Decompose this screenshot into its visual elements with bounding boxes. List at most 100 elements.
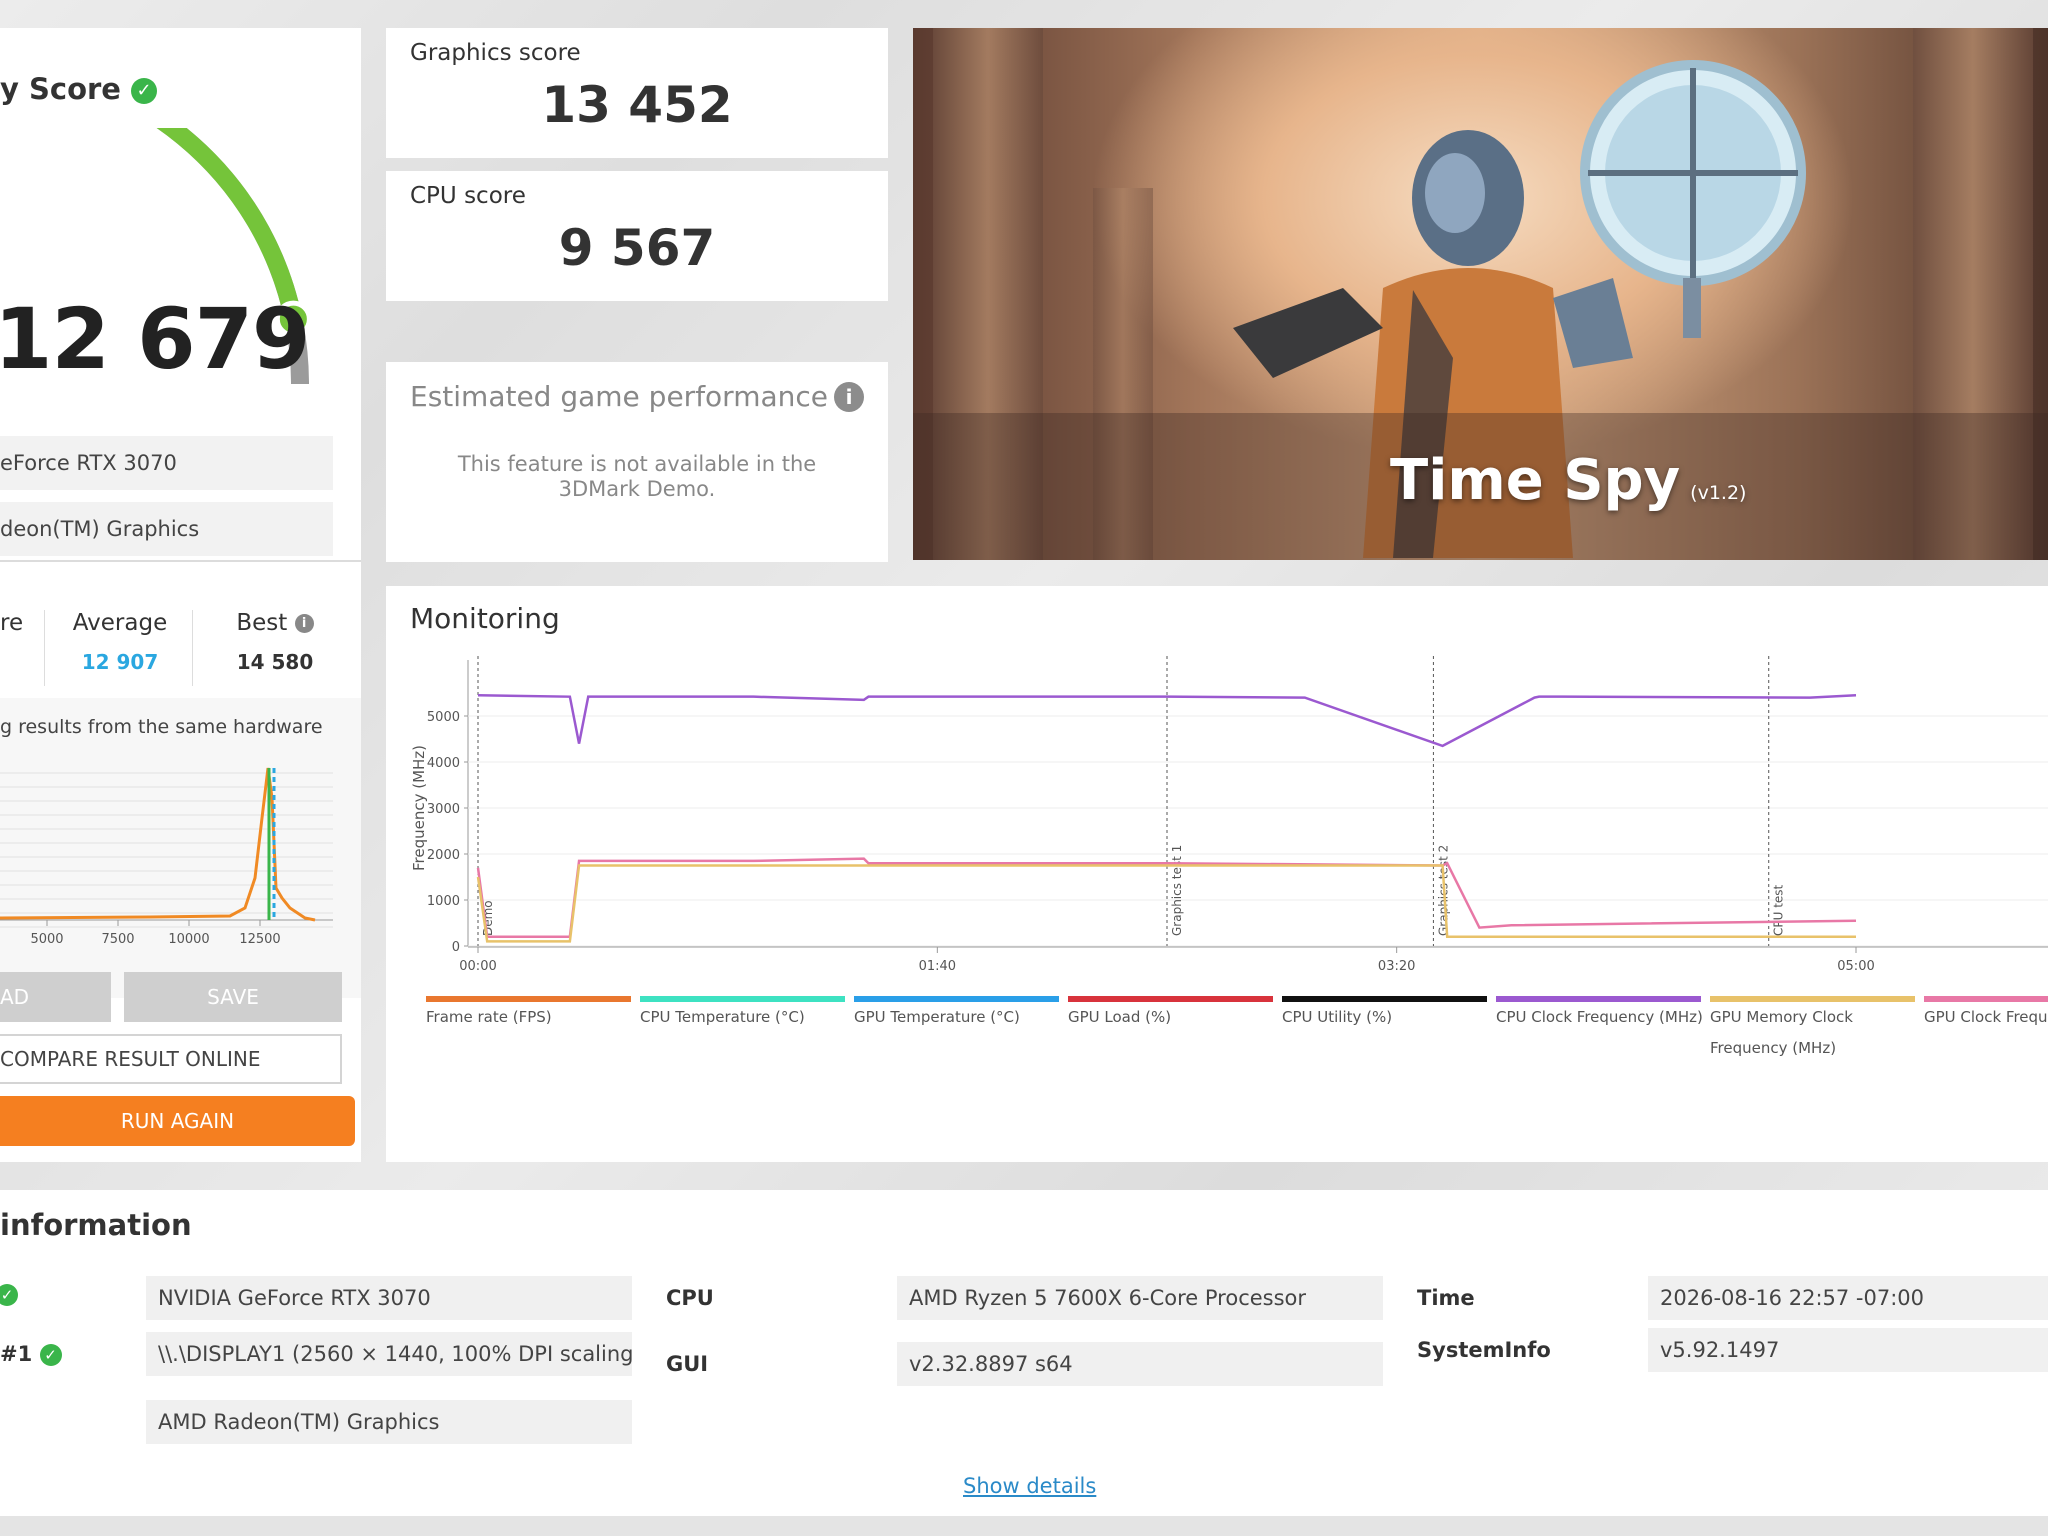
- dist-tick-label: 7500: [101, 932, 134, 947]
- cpu-key: CPU: [666, 1286, 714, 1310]
- gui-text: v2.32.8897 s64: [909, 1352, 1073, 1376]
- cpu-score-label: CPU score: [410, 183, 526, 209]
- stat-best-label: Best i: [205, 610, 345, 636]
- total-score: 12 679: [0, 290, 310, 388]
- estimated-performance-title: Estimated game performance: [410, 380, 829, 413]
- legend-label[interactable]: CPU Utility (%): [1282, 1002, 1490, 1033]
- score-panel: y Score ✓ 12 679 eForce RTX 3070 deon(TM…: [0, 28, 361, 1162]
- systeminfo-value: v5.92.1497: [1648, 1328, 2048, 1372]
- compare-result-button[interactable]: COMPARE RESULT ONLINE: [0, 1034, 342, 1084]
- time-key: Time: [1417, 1286, 1475, 1310]
- similar-results-text: g results from the same hardware: [0, 716, 323, 738]
- estimated-performance-message: This feature is not available in the 3DM…: [457, 452, 817, 501]
- show-details-link[interactable]: Show details: [963, 1474, 1096, 1498]
- x-tick-label: 05:00: [1837, 959, 1874, 974]
- hardware-gpu-primary-label: eForce RTX 3070: [0, 451, 177, 475]
- legend-label[interactable]: CPU Temperature (°C): [640, 1002, 848, 1033]
- load-button-label: AD: [0, 985, 30, 1009]
- stat-average-value: 12 907: [81, 650, 159, 674]
- system-information-panel: information ✓ NVIDIA GeForce RTX 3070 #1…: [0, 1190, 2048, 1516]
- check-icon: ✓: [39, 1344, 62, 1366]
- stat-average: Average 12 907: [55, 610, 185, 674]
- legend-label[interactable]: GPU Temperature (°C): [854, 1002, 1062, 1033]
- hardware-gpu-secondary: deon(TM) Graphics: [0, 502, 333, 556]
- monitoring-panel: 0 1000 2000 3000 4000 5000 Frequency (MHz) 00:0…: [386, 586, 2048, 1162]
- legend-label[interactable]: GPU Memory Clock Frequency (MHz): [1710, 1002, 1918, 1064]
- save-button-label: SAVE: [207, 985, 259, 1009]
- benchmark-version: (v1.2): [1690, 482, 1747, 504]
- display-key: #1 ✓: [0, 1342, 62, 1366]
- score-title: y Score ✓: [0, 72, 158, 106]
- x-tick-label: 03:20: [1378, 959, 1415, 974]
- display-text: \\.\DISPLAY1 (2560 × 1440, 100% DPI scal…: [158, 1342, 632, 1366]
- legend-label[interactable]: GPU Clock Freque: [1924, 1002, 2048, 1033]
- gui-value: v2.32.8897 s64: [897, 1342, 1383, 1386]
- cpu-clock-series: [477, 694, 1857, 748]
- gpu-secondary-value: AMD Radeon(TM) Graphics: [146, 1400, 632, 1444]
- system-information-title: information: [0, 1208, 192, 1242]
- cpu-score-value: 9 567: [558, 219, 716, 277]
- score-title-text: y Score: [0, 72, 121, 106]
- monitoring-chart: 0 1000 2000 3000 4000 5000 Frequency (MHz) 00:0…: [410, 656, 2048, 974]
- stat-best: Best i 14 580: [205, 610, 345, 674]
- hero-arm: [1553, 278, 1633, 368]
- y-tick-label: 3000: [427, 802, 460, 817]
- run-again-button[interactable]: RUN AGAIN: [0, 1096, 355, 1146]
- x-tick-label: 01:40: [919, 959, 956, 974]
- stat-separator: [44, 610, 45, 686]
- monitoring-title: Monitoring: [410, 602, 560, 635]
- y-tick-label: 5000: [427, 710, 460, 725]
- stat-score-label: re: [0, 610, 24, 636]
- stat-separator: [192, 610, 193, 686]
- dist-tick-label: 5000: [30, 932, 63, 947]
- legend-label[interactable]: CPU Clock Frequency (MHz): [1496, 1002, 1704, 1033]
- benchmark-title: Time Spy (v1.2): [1390, 448, 1746, 513]
- gpu-primary-text: NVIDIA GeForce RTX 3070: [158, 1286, 431, 1310]
- info-icon[interactable]: i: [834, 382, 864, 412]
- dist-tick-label: 10000: [168, 932, 209, 947]
- save-button[interactable]: SAVE: [124, 972, 342, 1022]
- systeminfo-text: v5.92.1497: [1660, 1338, 1780, 1362]
- hero-portal-handle: [1683, 278, 1701, 338]
- graphics-score-value: 13 452: [541, 76, 733, 134]
- cpu-value: AMD Ryzen 5 7600X 6-Core Processor: [897, 1276, 1383, 1320]
- x-tick-label: 00:00: [459, 959, 496, 974]
- hardware-gpu-primary: eForce RTX 3070: [0, 436, 333, 490]
- info-icon[interactable]: i: [294, 614, 314, 633]
- run-again-label: RUN AGAIN: [120, 1109, 235, 1133]
- graphics-score-card: Graphics score 13 452: [386, 28, 888, 158]
- y-tick-label: 2000: [427, 848, 460, 863]
- stat-best-value: 14 580: [236, 650, 314, 674]
- test-marker-label: CPU test: [1772, 884, 1786, 936]
- graphics-score-label: Graphics score: [410, 40, 581, 66]
- benchmark-hero-image: Time Spy (v1.2): [913, 28, 2048, 560]
- y-tick-label: 0: [452, 940, 460, 955]
- display-value: \\.\DISPLAY1 (2560 × 1440, 100% DPI scal…: [146, 1332, 632, 1376]
- score-distribution-chart: 5000 7500 10000 12500: [0, 767, 333, 947]
- hero-pistol: [1233, 288, 1383, 378]
- gpu-primary-value: NVIDIA GeForce RTX 3070: [146, 1276, 632, 1320]
- systeminfo-key: SystemInfo: [1417, 1338, 1551, 1362]
- y-tick-label: 4000: [427, 756, 460, 771]
- stat-score: re: [0, 610, 30, 636]
- display-key-label: #1: [0, 1342, 33, 1366]
- stats-divider: [0, 560, 361, 562]
- time-text: 2026-08-16 22:57 -07:00: [1660, 1286, 1925, 1310]
- y-tick-label: 1000: [427, 894, 460, 909]
- load-button[interactable]: AD: [0, 972, 111, 1022]
- stat-average-label: Average: [72, 610, 168, 636]
- legend-label[interactable]: Frame rate (FPS): [426, 1002, 634, 1033]
- test-marker-label: Graphics test 1: [1170, 845, 1184, 936]
- benchmark-title-text: Time Spy: [1390, 448, 1681, 513]
- dist-tick-label: 12500: [239, 932, 280, 947]
- legend-label[interactable]: GPU Load (%): [1068, 1002, 1276, 1033]
- check-icon: ✓: [0, 1284, 18, 1306]
- estimated-game-performance-card: Estimated game performance i This featur…: [386, 362, 888, 562]
- check-icon: ✓: [131, 78, 158, 104]
- y-axis-label: Frequency (MHz): [410, 745, 428, 871]
- hero-visor: [1425, 153, 1485, 233]
- bottom-strip: [0, 1516, 2048, 1536]
- time-value: 2026-08-16 22:57 -07:00: [1648, 1276, 2048, 1320]
- gui-key: GUI: [666, 1352, 709, 1376]
- hardware-gpu-secondary-label: deon(TM) Graphics: [0, 517, 200, 541]
